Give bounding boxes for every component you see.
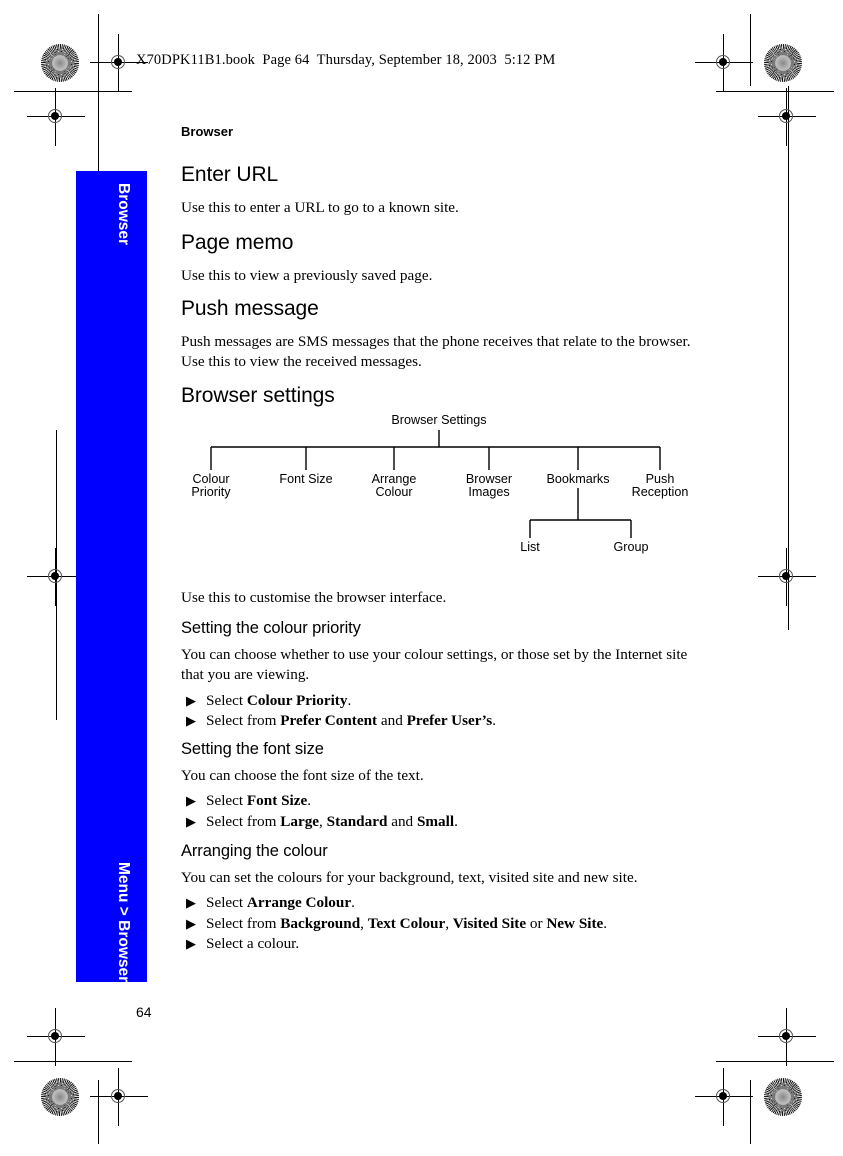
bullet-item: ▶ Select Arrange Colour. — [181, 893, 702, 914]
section-page-memo: Page memo Use this to view a previously … — [181, 231, 701, 286]
crop-line-right-vertical-bottom — [750, 1080, 751, 1144]
tree-node-push-reception-line1: Push — [646, 472, 675, 486]
body-browser-settings-wrap: Use this to customise the browser interf… — [181, 588, 701, 608]
sidebar-label-chapter: Browser — [115, 183, 132, 246]
bullet-text: Select Colour Priority. — [206, 691, 352, 709]
bullet-triangle-icon: ▶ — [186, 793, 196, 809]
bullet-triangle-icon: ▶ — [186, 692, 196, 708]
body-browser-settings: Use this to customise the browser interf… — [181, 589, 447, 606]
bullet-item: ▶ Select Font Size. — [181, 791, 702, 812]
bullet-triangle-icon: ▶ — [186, 813, 196, 829]
bullet-text: Select from Prefer Content and Prefer Us… — [206, 712, 497, 730]
section-browser-settings: Browser settings — [181, 384, 701, 407]
tree-node-arrange-colour-line2: Colour — [375, 485, 412, 499]
crop-line-top-right-horizontal — [716, 91, 834, 92]
registration-target-mid-right — [758, 548, 816, 606]
bullet-list-colour-priority: ▶ Select Colour Priority. ▶ Select from … — [181, 691, 702, 732]
registration-target-upper-right — [758, 88, 816, 146]
heading-setting-font-size: Setting the font size — [181, 740, 324, 758]
registration-target-mid-left — [27, 548, 85, 606]
tree-node-arrange-colour-line1: Arrange — [372, 472, 417, 486]
bullet-text: Select Font Size. — [206, 792, 312, 810]
density-starburst-top-left — [41, 44, 79, 82]
crop-line-left-vertical — [98, 14, 99, 86]
bullet-triangle-icon: ▶ — [186, 895, 196, 911]
section-enter-url: Enter URL Use this to enter a URL to go … — [181, 163, 701, 218]
bullet-item: ▶ Select from Large, Standard and Small. — [181, 812, 702, 833]
crop-line-right-vertical-top — [750, 14, 751, 86]
bullet-item: ▶ Select a colour. — [181, 934, 702, 955]
bullet-list-arranging-colour: ▶ Select Arrange Colour. ▶ Select from B… — [181, 893, 702, 955]
subsection-setting-colour-priority: Setting the colour priority You can choo… — [181, 619, 702, 732]
subsection-setting-font-size: Setting the font size You can choose the… — [181, 740, 702, 832]
browser-settings-tree-diagram: Browser Settings Colour Priority Font Si… — [181, 408, 701, 558]
body-push-message: Push messages are SMS messages that the … — [181, 333, 691, 371]
registration-target-top-left — [90, 34, 148, 92]
bullet-text: Select from Background, Text Colour, Vis… — [206, 914, 608, 932]
tree-node-browser-images-line2: Images — [468, 485, 509, 499]
body-arranging-colour: You can set the colours for your backgro… — [181, 869, 638, 887]
section-push-message: Push message Push messages are SMS messa… — [181, 297, 702, 372]
tree-node-root: Browser Settings — [391, 413, 486, 427]
bullet-item: ▶ Select from Prefer Content and Prefer … — [181, 711, 702, 732]
tree-node-group: Group — [613, 540, 648, 554]
body-setting-font-size: You can choose the font size of the text… — [181, 767, 424, 785]
bullet-triangle-icon: ▶ — [186, 915, 196, 931]
density-starburst-bottom-left — [41, 1078, 79, 1116]
tree-node-browser-images-line1: Browser — [466, 472, 512, 486]
registration-target-bottom-left — [90, 1068, 148, 1126]
crop-line-left-vertical-mid — [56, 430, 57, 720]
density-starburst-bottom-right — [764, 1078, 802, 1116]
bullet-text: Select Arrange Colour. — [206, 894, 355, 912]
tree-node-push-reception-line2: Reception — [632, 485, 689, 499]
heading-enter-url: Enter URL — [181, 163, 279, 186]
registration-target-bottom-right — [695, 1068, 753, 1126]
density-starburst-top-right — [764, 44, 802, 82]
heading-browser-settings: Browser settings — [181, 384, 335, 407]
tree-node-list: List — [520, 540, 540, 554]
heading-arranging-colour: Arranging the colour — [181, 842, 328, 860]
registration-target-lower-left — [27, 1008, 85, 1066]
page-number: 64 — [136, 1004, 152, 1020]
bullet-triangle-icon: ▶ — [186, 713, 196, 729]
heading-push-message: Push message — [181, 297, 319, 320]
registration-target-top-right — [695, 34, 753, 92]
book-file-header: X70DPK11B1.book Page 64 Thursday, Septem… — [136, 52, 556, 68]
tree-node-colour-priority-line1: Colour — [192, 472, 229, 486]
body-setting-colour-priority: You can choose whether to use your colou… — [181, 646, 688, 684]
crop-line-left-vertical-bottom — [98, 1080, 99, 1144]
registration-target-upper-left — [27, 88, 85, 146]
registration-target-lower-right — [758, 1008, 816, 1066]
running-head: Browser — [181, 124, 234, 139]
heading-page-memo: Page memo — [181, 231, 294, 254]
tree-node-colour-priority-line2: Priority — [191, 485, 231, 499]
body-page-memo: Use this to view a previously saved page… — [181, 267, 433, 285]
bullet-text: Select a colour. — [206, 935, 300, 953]
tree-svg: Browser Settings Colour Priority Font Si… — [191, 413, 689, 554]
bullet-triangle-icon: ▶ — [186, 936, 196, 952]
subsection-arranging-colour: Arranging the colour You can set the col… — [181, 842, 702, 955]
crop-line-bottom-left-horizontal — [14, 1061, 132, 1062]
bullet-item: ▶ Select from Background, Text Colour, V… — [181, 914, 702, 935]
crop-line-bottom-right-horizontal — [716, 1061, 834, 1062]
sidebar-label-menu-path: Menu > Browser — [115, 862, 132, 983]
crop-line-right-vertical-lower — [788, 86, 789, 630]
tree-node-font-size: Font Size — [279, 472, 332, 486]
crop-line-top-left-horizontal — [14, 91, 132, 92]
bullet-list-font-size: ▶ Select Font Size. ▶ Select from Large,… — [181, 791, 702, 832]
bullet-text: Select from Large, Standard and Small. — [206, 812, 458, 830]
body-enter-url: Use this to enter a URL to go to a known… — [181, 199, 459, 217]
bullet-item: ▶ Select Colour Priority. — [181, 691, 702, 712]
heading-setting-colour-priority: Setting the colour priority — [181, 619, 361, 637]
tree-node-bookmarks: Bookmarks — [547, 472, 610, 486]
sidebar-blue-tab — [76, 171, 147, 982]
